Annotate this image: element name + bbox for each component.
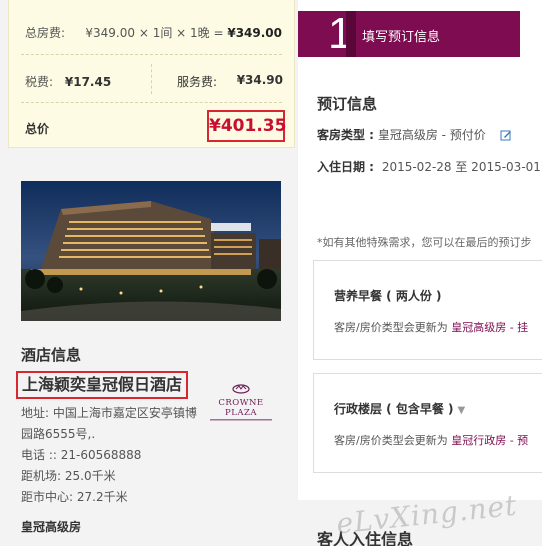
breakfast-option-note: 客房/房价类型会更新为 皇冠高级房 - 挂: [334, 319, 528, 335]
total-room-fee-label: 总房费:: [25, 26, 66, 40]
divider: [151, 64, 152, 94]
check-in-date-value: 2015-02-28 至 2015-03-01: [381, 160, 541, 174]
room-type-row: 客房类型 : 皇冠高级房 - 预付价: [317, 126, 512, 143]
crowne-plaza-logo: CROWNE PLAZA: [202, 379, 280, 421]
total-room-fee-row: 总房费: ¥349.00 × 1间 × 1晚 = ¥349.00: [25, 24, 282, 41]
chevron-down-icon[interactable]: ▼: [458, 405, 466, 416]
hotel-name[interactable]: 上海颖奕皇冠假日酒店: [16, 371, 189, 399]
edit-icon[interactable]: [500, 129, 512, 141]
hotel-info-heading: 酒店信息: [21, 346, 82, 364]
total-room-fee-value: ¥349.00: [227, 26, 282, 40]
grand-total-label: 总价: [25, 122, 50, 136]
selected-room-type: 皇冠高级房: [21, 520, 82, 534]
breakfast-option-title: 营养早餐 ( 两人份 ): [334, 289, 442, 303]
executive-floor-option-title-text: 行政楼层 ( 包含早餐 ): [334, 402, 454, 416]
hotel-phone: 电话 :: 21-60568888: [21, 448, 142, 462]
step-label: 填写预订信息: [362, 30, 441, 45]
hotel-photo: [21, 181, 281, 321]
booking-form-panel: 1 填写预订信息 预订信息 客房类型 : 皇冠高级房 - 预付价 入住日期 : …: [298, 0, 542, 546]
hotel-airport-distance: 距机场: 25.0千米: [21, 469, 116, 483]
order-summary-panel: 总房费: ¥349.00 × 1间 × 1晚 = ¥349.00 税费: ¥17…: [0, 0, 298, 546]
logo-subtext: [202, 418, 280, 424]
hotel-center-distance: 距市中心: 27.2千米: [21, 490, 128, 504]
hotel-address-line2: 园路6555号,.: [21, 427, 96, 441]
total-room-fee-formula: ¥349.00 × 1间 × 1晚 = ¥349.00: [85, 24, 282, 41]
step-indicator: 1 填写预订信息: [298, 9, 520, 58]
booking-info-heading: 预订信息: [317, 95, 378, 113]
service-fee-value: ¥34.90: [236, 73, 283, 87]
divider: [21, 54, 282, 55]
executive-floor-option-title: 行政楼层 ( 包含早餐 ) ▼: [334, 400, 465, 417]
room-type-value: 皇冠高级房 - 预付价: [377, 128, 486, 142]
service-fee-row: 服务费: ¥34.90: [177, 73, 283, 90]
total-room-fee-formula-text: ¥349.00 × 1间 × 1晚 =: [85, 26, 228, 40]
executive-floor-option-card[interactable]: 行政楼层 ( 包含早餐 ) ▼ 客房/房价类型会更新为 皇冠行政房 - 预: [313, 373, 542, 473]
tax-value: ¥17.45: [64, 75, 112, 89]
executive-floor-option-room-link[interactable]: 皇冠行政房 - 预: [451, 434, 528, 447]
executive-floor-option-note: 客房/房价类型会更新为 皇冠行政房 - 预: [334, 432, 528, 448]
check-in-date-row: 入住日期 : 2015-02-28 至 2015-03-01: [317, 158, 541, 175]
hotel-address-line1: 地址: 中国上海市嘉定区安亭镇博: [21, 406, 197, 420]
step-number: 1: [328, 9, 353, 58]
tax-label: 税费:: [25, 75, 54, 89]
hotel-night-photo: [21, 181, 281, 321]
logo-brand-text: CROWNE PLAZA: [218, 398, 264, 418]
room-type-key: 客房类型 :: [317, 128, 374, 142]
special-request-note: *如有其他特殊需求，您可以在最后的预订步: [317, 236, 532, 249]
service-fee-label: 服务费:: [177, 75, 218, 89]
grand-total-value: ¥401.35: [207, 110, 286, 142]
breakfast-option-room-link[interactable]: 皇冠高级房 - 挂: [451, 321, 528, 334]
check-in-date-key: 入住日期 :: [317, 160, 374, 174]
breakfast-option-note-text: 客房/房价类型会更新为: [334, 321, 452, 334]
divider: [21, 102, 282, 103]
breakfast-option-card[interactable]: 营养早餐 ( 两人份 ) 客房/房价类型会更新为 皇冠高级房 - 挂: [313, 260, 542, 360]
logo-subtext-mark: [210, 419, 272, 421]
executive-floor-option-note-text: 客房/房价类型会更新为: [334, 434, 452, 447]
crown-icon: [232, 384, 250, 394]
